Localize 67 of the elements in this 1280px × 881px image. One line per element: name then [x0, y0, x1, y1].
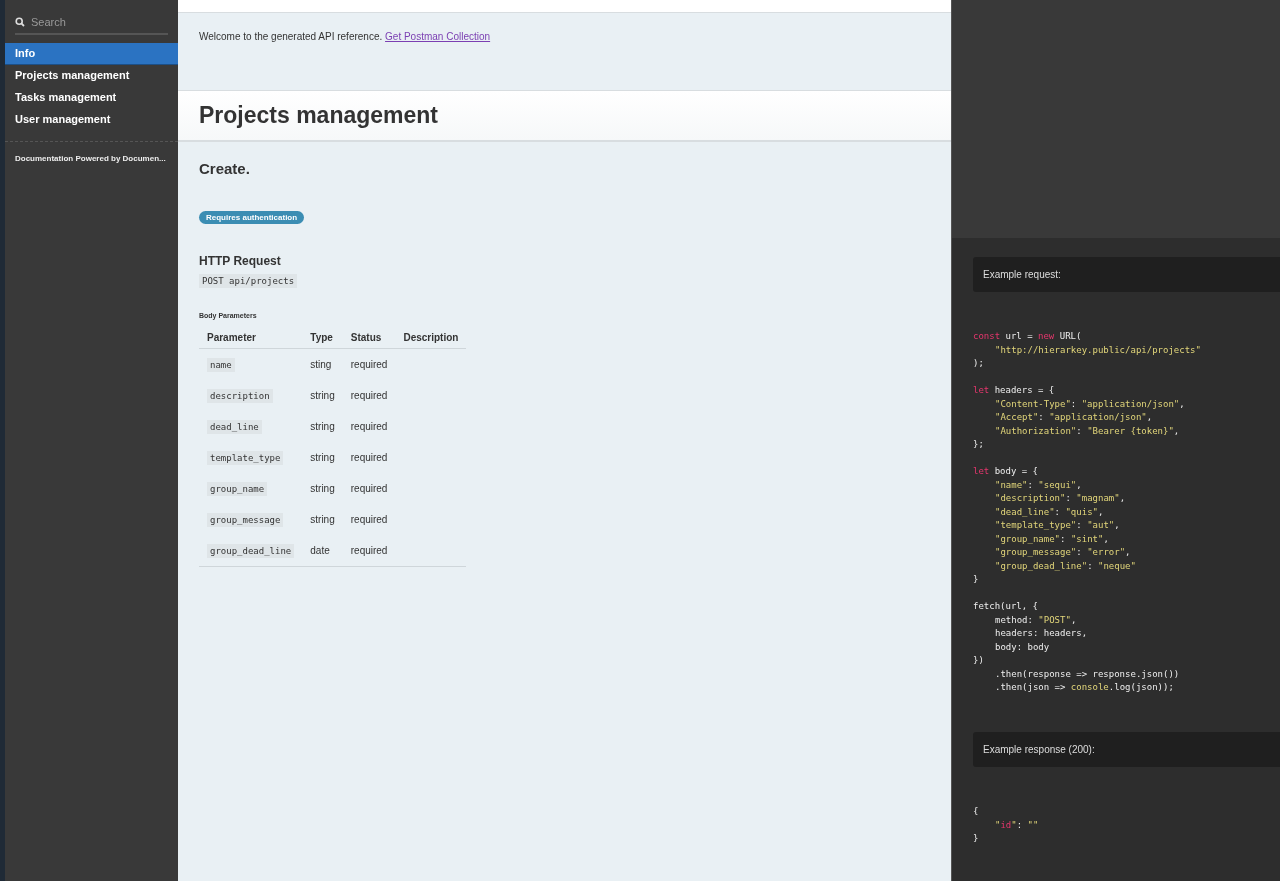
column-header: Parameter: [199, 327, 303, 349]
code-line: let body = {: [973, 465, 1040, 478]
param-name: template_type: [207, 451, 284, 465]
nav-item[interactable]: User management: [5, 109, 178, 131]
code-line: "Authorization": "Bearer {token}",: [994, 424, 1181, 438]
code-line: }: [973, 832, 980, 845]
param-type: sting: [310, 359, 332, 370]
code-line: );: [973, 357, 985, 370]
code-line: "http://hierarkey.public/api/projects": [994, 343, 1202, 357]
param-name: group_message: [207, 513, 284, 527]
code-line: "Content-Type": "application/json",: [994, 397, 1186, 411]
param-type: date: [310, 545, 330, 556]
column-header: Type: [302, 327, 343, 349]
code-line: "description": "magnam",: [994, 492, 1127, 505]
nav-item[interactable]: Projects management: [5, 65, 178, 87]
code-line: "group_name": "sint",: [994, 532, 1110, 546]
code-line: {: [973, 805, 980, 818]
section-title: Projects management: [199, 102, 440, 129]
postman-link[interactable]: Get Postman Collection: [385, 31, 491, 42]
request-path: POST api/projects: [199, 274, 298, 288]
param-status: required: [350, 390, 388, 401]
code-line: let headers = {: [973, 384, 1056, 397]
param-name: name: [207, 358, 235, 372]
param-status: required: [350, 452, 388, 463]
code-line: "id": "": [994, 818, 1040, 832]
param-status: required: [350, 514, 388, 525]
param-name: dead_line: [207, 420, 262, 434]
intro-text: Welcome to the generated API reference. Get Postman Collection: [199, 31, 492, 42]
auth-badge: Requires authentication: [199, 211, 305, 224]
code-line: body: body: [994, 640, 1051, 654]
param-type: string: [310, 421, 335, 432]
code-line: method: "POST",: [994, 613, 1078, 627]
param-status: required: [350, 545, 388, 556]
code-line: }: [973, 573, 980, 586]
param-name: group_name: [207, 482, 268, 496]
code-line: };: [973, 438, 985, 451]
param-status: required: [350, 483, 388, 494]
param-type: string: [310, 452, 335, 463]
param-type: string: [310, 483, 335, 494]
code-line: .then(json => console.log(json));: [994, 681, 1175, 694]
param-name: description: [207, 389, 273, 403]
endpoint-title: Create.: [199, 160, 250, 177]
code-line: "name": "sequi",: [994, 478, 1083, 492]
code-line: "group_dead_line": "neque": [994, 559, 1137, 573]
column-header: Status: [342, 327, 396, 349]
code-line: const url = new URL(: [973, 330, 1083, 343]
nav-item[interactable]: Info: [5, 43, 178, 65]
param-name: group_dead_line: [207, 544, 295, 558]
search-field[interactable]: Search: [31, 16, 151, 28]
example-request-label: Example request:: [973, 257, 1280, 292]
code-line: "dead_line": "quis",: [994, 505, 1105, 519]
code-line: "Accept": "application/json",: [994, 411, 1154, 424]
param-status: required: [350, 421, 388, 432]
code-line: fetch(url, {: [973, 600, 1040, 613]
request-heading: HTTP Request: [199, 254, 281, 268]
code-line: "template_type": "aut",: [994, 519, 1121, 532]
param-type: string: [310, 514, 335, 525]
code-line: }): [973, 654, 985, 667]
code-line: "group_message": "error",: [994, 546, 1132, 559]
param-status: required: [350, 359, 388, 370]
code-line: .then(response => response.json()): [994, 667, 1181, 681]
code-line: headers: headers,: [994, 627, 1089, 640]
param-type: string: [310, 390, 335, 401]
nav-item[interactable]: Tasks management: [5, 87, 178, 109]
column-header: Description: [395, 327, 467, 349]
example-response-label: Example response (200):: [973, 732, 1280, 767]
search-icon: [15, 17, 25, 27]
